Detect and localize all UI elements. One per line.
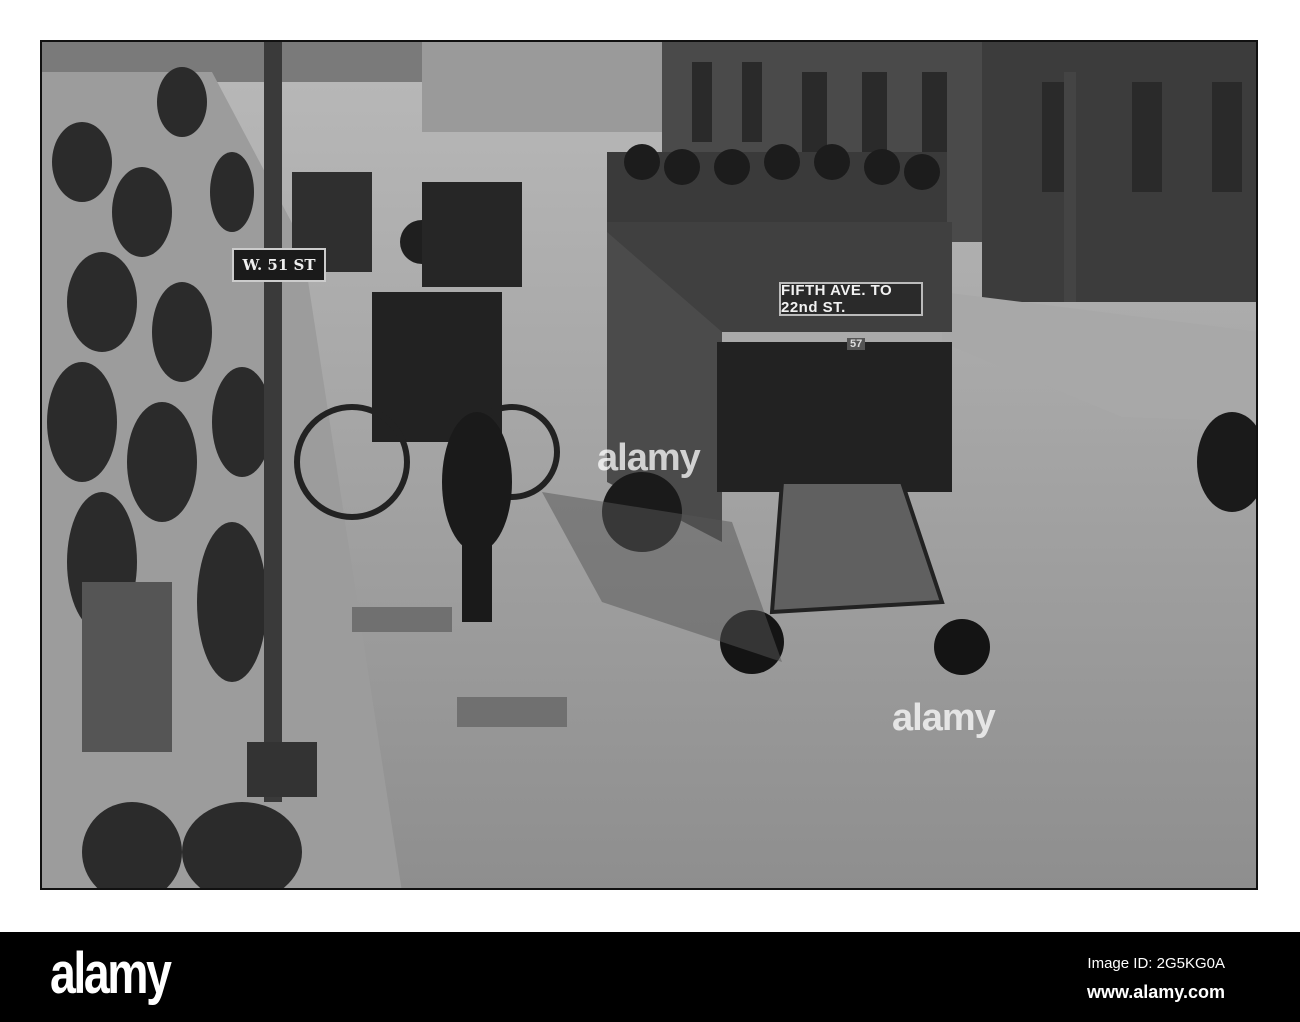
alamy-logo: alamy [50,941,172,1006]
watermark: alamy [597,437,701,479]
image-id: Image ID: 2G5KG0A [1087,955,1225,972]
historic-street-photo: W. 51 ST FIFTH AVE. TO 22nd ST. 57 alamy… [40,40,1258,890]
street-sign: W. 51 ST [232,248,326,282]
watermark: alamy [892,697,996,739]
site-url: www.alamy.com [1086,982,1225,1002]
bus-destination-sign: FIFTH AVE. TO 22nd ST. [779,282,923,316]
bus-number: 57 [847,338,866,350]
footer-bar: alamy Image ID: 2G5KG0A www.alamy.com [0,932,1300,1022]
lamp-post [264,42,282,802]
